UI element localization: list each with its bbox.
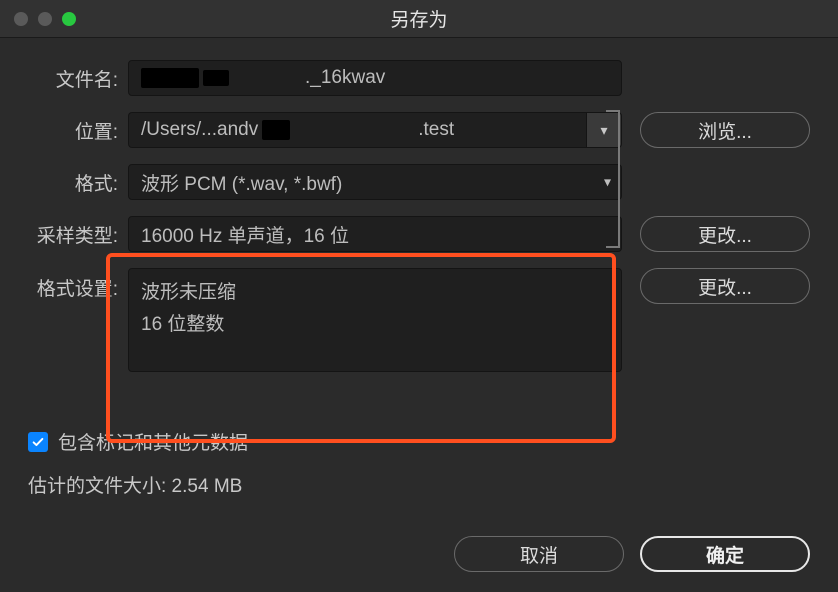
cancel-button[interactable]: 取消 (454, 536, 624, 572)
include-metadata-label: 包含标记和其他元数据 (58, 428, 248, 455)
filename-label: 文件名: (28, 65, 128, 92)
format-settings-line1: 波形未压缩 (141, 277, 609, 309)
change-format-settings-button[interactable]: 更改... (640, 268, 810, 304)
include-metadata-checkbox[interactable] (28, 432, 48, 452)
format-settings-label: 格式设置: (28, 268, 128, 301)
ok-button[interactable]: 确定 (640, 536, 810, 572)
location-field[interactable]: /Users/...andv .test (128, 112, 586, 148)
save-as-dialog: 另存为 文件名: ._16kwav 位置: /Users (0, 0, 838, 592)
dialog-content: 文件名: ._16kwav 位置: /Users/...andv (0, 38, 838, 592)
zoom-window-button[interactable] (62, 12, 76, 26)
minimize-window-button[interactable] (38, 12, 52, 26)
format-label: 格式: (28, 169, 128, 196)
window-title: 另存为 (0, 5, 838, 32)
format-dropdown[interactable]: 波形 PCM (*.wav, *.bwf) ▾ (128, 164, 622, 200)
format-settings-field: 波形未压缩 16 位整数 (128, 268, 622, 372)
format-value: 波形 PCM (*.wav, *.bwf) (141, 169, 342, 196)
file-size-estimate: 估计的文件大小: 2.54 MB (28, 471, 810, 498)
titlebar: 另存为 (0, 0, 838, 38)
bracket-decoration (606, 110, 620, 248)
traffic-lights (0, 12, 76, 26)
filename-input[interactable]: ._16kwav (128, 60, 622, 96)
change-sample-type-button[interactable]: 更改... (640, 216, 810, 252)
close-window-button[interactable] (14, 12, 28, 26)
sample-type-value: 16000 Hz 单声道，16 位 (141, 221, 349, 248)
filename-text: ._16kwav (305, 67, 385, 89)
sample-type-field: 16000 Hz 单声道，16 位 (128, 216, 622, 252)
dialog-footer: 取消 确定 (28, 518, 810, 572)
browse-button[interactable]: 浏览... (640, 112, 810, 148)
format-settings-line2: 16 位整数 (141, 309, 609, 341)
sample-type-label: 采样类型: (28, 221, 128, 248)
location-label: 位置: (28, 117, 128, 144)
check-icon (31, 435, 45, 449)
